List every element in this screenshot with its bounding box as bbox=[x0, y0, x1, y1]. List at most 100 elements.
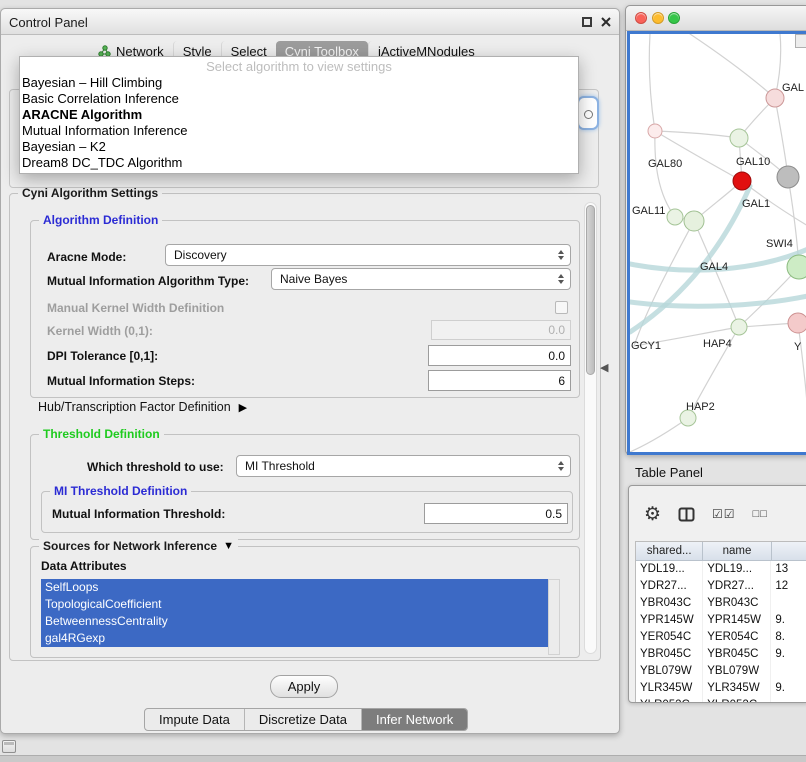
table-row[interactable]: YDR27...YDR27...12 bbox=[636, 578, 806, 595]
network-node-pale-1[interactable] bbox=[648, 124, 662, 138]
which-threshold-label: Which threshold to use: bbox=[87, 460, 224, 474]
network-node-green-1[interactable] bbox=[730, 129, 748, 147]
data-attribute-item[interactable]: TopologicalCoefficient bbox=[41, 596, 548, 613]
table-row[interactable]: YBR045CYBR045C9. bbox=[636, 646, 806, 663]
network-node-green-gal11[interactable] bbox=[667, 209, 683, 225]
data-attributes-list: SelfLoopsTopologicalCoefficientBetweenne… bbox=[41, 579, 548, 655]
mi-algorithm-type-combobox[interactable]: Naive Bayes bbox=[271, 268, 571, 290]
algorithm-popup-item[interactable]: Basic Correlation Inference bbox=[20, 91, 578, 107]
which-threshold-combobox[interactable]: MI Threshold bbox=[236, 455, 571, 477]
data-attribute-item[interactable]: SelfLoops bbox=[41, 579, 548, 596]
sources-expander[interactable]: Sources for Network Inference ▼ bbox=[39, 539, 238, 553]
data-attribute-item[interactable]: BetweennessCentrality bbox=[41, 613, 548, 630]
bottom-tabbar: Impute Data Discretize Data Infer Networ… bbox=[144, 708, 468, 731]
unchecked-boxes-icon[interactable]: □□ bbox=[753, 508, 768, 520]
algorithm-popup-item[interactable]: ARACNE Algorithm bbox=[20, 107, 578, 123]
data-attribute-item[interactable]: gal4RGexp bbox=[41, 630, 548, 647]
settings-scrollbar[interactable] bbox=[584, 202, 597, 654]
float-window-icon[interactable] bbox=[582, 17, 592, 27]
kernel-width-field[interactable]: 0.0 bbox=[431, 320, 571, 340]
table-row[interactable]: YDL19...YDL19...13 bbox=[636, 561, 806, 578]
minimize-traffic-light[interactable] bbox=[652, 12, 664, 24]
network-node-gray[interactable] bbox=[777, 166, 799, 188]
network-edge bbox=[775, 98, 788, 177]
algorithm-popup-placeholder: Select algorithm to view settings bbox=[20, 59, 578, 75]
network-node-label: HAP2 bbox=[686, 401, 715, 413]
table-column-header[interactable]: name bbox=[703, 542, 771, 560]
algorithm-dropdown-popup: Select algorithm to view settings Bayesi… bbox=[19, 56, 579, 174]
manual-kernel-checkbox[interactable] bbox=[555, 301, 568, 314]
network-node-green-gal1[interactable] bbox=[684, 211, 704, 231]
table-row[interactable]: YBL079WYBL079W bbox=[636, 663, 806, 680]
network-node-red[interactable] bbox=[733, 172, 751, 190]
table-row[interactable]: YPR145WYPR145W9. bbox=[636, 612, 806, 629]
table-cell: YBL079W bbox=[703, 663, 771, 680]
table-cell: YDL19... bbox=[703, 561, 771, 578]
gear-icon[interactable]: ⚙ bbox=[644, 505, 661, 524]
algorithm-popup-item[interactable]: Bayesian – K2 bbox=[20, 139, 578, 155]
network-node-label: SWI4 bbox=[766, 238, 793, 250]
close-traffic-light[interactable] bbox=[635, 12, 647, 24]
table-cell bbox=[771, 697, 806, 703]
algorithm-popup-item[interactable]: Dream8 DC_TDC Algorithm bbox=[20, 155, 578, 171]
tab-infer-network[interactable]: Infer Network bbox=[361, 709, 467, 730]
panel-collapse-arrow[interactable]: ◀ bbox=[600, 361, 608, 374]
combo-arrows-icon bbox=[558, 461, 564, 471]
combo-arrows-icon bbox=[558, 250, 564, 260]
network-edge bbox=[630, 296, 806, 306]
attribute-list-scrollbar[interactable] bbox=[548, 579, 560, 655]
network-node-green-right[interactable] bbox=[787, 255, 806, 279]
zoom-traffic-light[interactable] bbox=[668, 12, 680, 24]
table-panel-window: ⚙ ☑☑ □□ shared...name YDL19...YDL19...13… bbox=[628, 485, 806, 703]
table-cell: 13 bbox=[771, 561, 806, 578]
mi-steps-field[interactable]: 6 bbox=[428, 370, 571, 391]
close-icon[interactable] bbox=[601, 17, 611, 27]
table-row[interactable]: YLR345WYLR345W9. bbox=[636, 680, 806, 697]
control-panel-title: Control Panel bbox=[9, 15, 88, 30]
table-row[interactable]: YLR052CYLR052C bbox=[636, 697, 806, 703]
settings-scrollbar-thumb[interactable] bbox=[586, 205, 595, 375]
mi-algorithm-type-value: Naive Bayes bbox=[280, 272, 347, 286]
desktop: Control Panel Network Style Select Cyni … bbox=[0, 0, 806, 762]
tab-impute-data[interactable]: Impute Data bbox=[145, 709, 244, 730]
table-cell: YBR045C bbox=[703, 646, 771, 663]
network-node-green-hap4[interactable] bbox=[731, 319, 747, 335]
apply-button[interactable]: Apply bbox=[270, 675, 338, 698]
network-window-titlebar bbox=[626, 6, 806, 31]
network-node-pink-right[interactable] bbox=[788, 313, 806, 333]
aracne-mode-value: Discovery bbox=[174, 248, 227, 262]
network-canvas[interactable]: GALGAL80GAL10GAL11GAL1SWI4GAL4GCY1HAP4HA… bbox=[627, 31, 806, 455]
table-column-header[interactable] bbox=[772, 542, 806, 560]
algorithm-popup-item[interactable]: Mutual Information Inference bbox=[20, 123, 578, 139]
mi-threshold-group: MI Threshold Definition Mutual Informati… bbox=[41, 491, 573, 533]
threshold-definition-title: Threshold Definition bbox=[39, 427, 164, 441]
checked-boxes-icon[interactable]: ☑☑ bbox=[712, 507, 736, 521]
minimized-panel-icon[interactable] bbox=[2, 740, 16, 753]
mi-threshold-group-title: MI Threshold Definition bbox=[50, 484, 191, 498]
table-row[interactable]: YBR043CYBR043C bbox=[636, 595, 806, 612]
dpi-tolerance-field[interactable]: 0.0 bbox=[428, 345, 571, 366]
algorithm-popup-item[interactable]: Bayesian – Hill Climbing bbox=[20, 75, 578, 91]
kernel-width-label: Kernel Width (0,1): bbox=[47, 324, 153, 338]
threshold-definition-group: Threshold Definition Which threshold to … bbox=[30, 434, 580, 540]
hub-definition-expander[interactable]: Hub/Transcription Factor Definition ▶ bbox=[38, 400, 247, 414]
table-column-header[interactable]: shared... bbox=[636, 542, 703, 560]
mi-steps-label: Mutual Information Steps: bbox=[47, 374, 195, 388]
tab-discretize-data[interactable]: Discretize Data bbox=[244, 709, 361, 730]
network-node-label: GAL80 bbox=[648, 158, 682, 170]
table-row[interactable]: YER054CYER054C8. bbox=[636, 629, 806, 646]
table-cell: YBL079W bbox=[636, 663, 703, 680]
bottom-strip bbox=[0, 755, 806, 762]
table-cell: 12 bbox=[771, 578, 806, 595]
aracne-mode-combobox[interactable]: Discovery bbox=[165, 244, 571, 266]
mi-threshold-field[interactable]: 0.5 bbox=[424, 503, 568, 524]
network-edge bbox=[655, 131, 742, 181]
mi-threshold-label: Mutual Information Threshold: bbox=[52, 507, 225, 521]
table-cell: YDR27... bbox=[703, 578, 771, 595]
combo-arrows-icon bbox=[558, 274, 564, 284]
columns-icon[interactable] bbox=[678, 507, 695, 522]
table-cell bbox=[771, 595, 806, 612]
table-cell: 9. bbox=[771, 612, 806, 629]
network-node-label: GAL11 bbox=[632, 205, 665, 217]
table-cell: YPR145W bbox=[703, 612, 771, 629]
